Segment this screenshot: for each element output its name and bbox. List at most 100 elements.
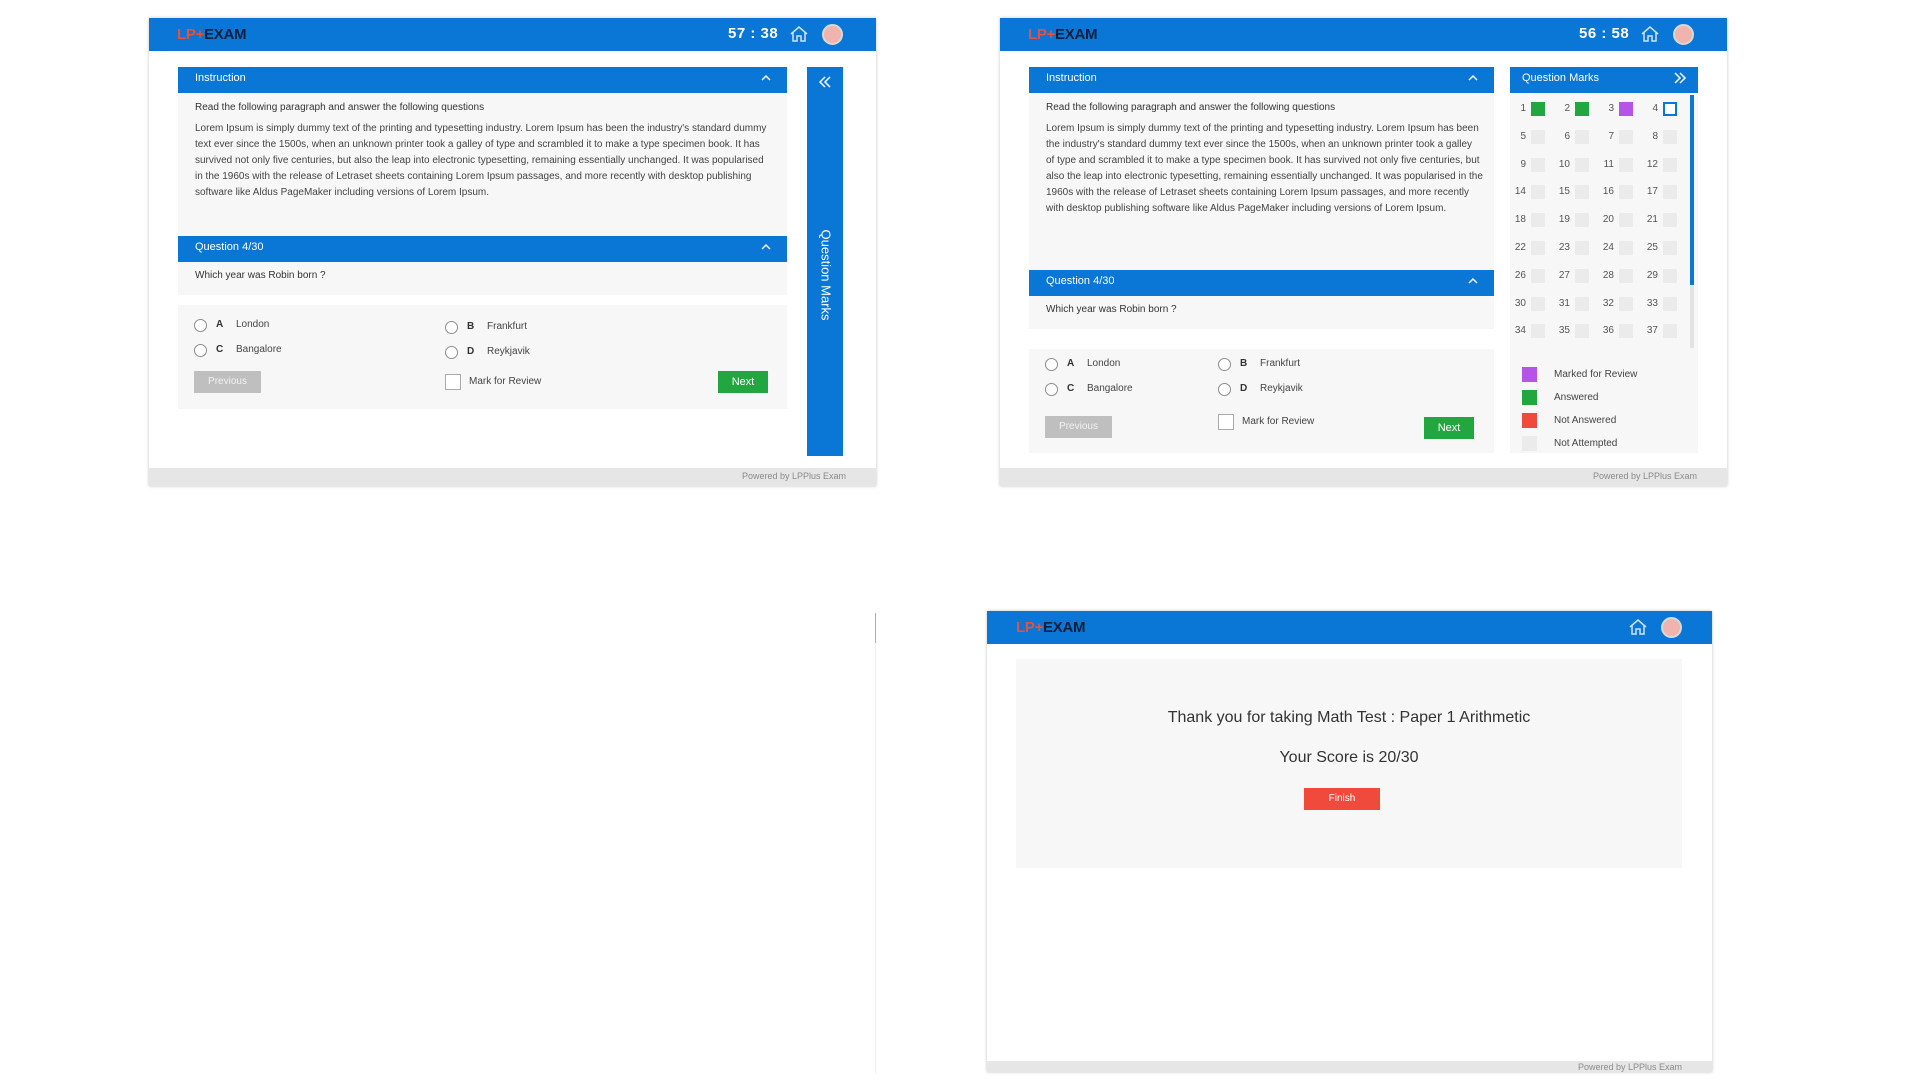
question-mark-item[interactable]: 16 xyxy=(1598,184,1642,202)
option-a[interactable]: A London xyxy=(1045,357,1195,373)
next-button[interactable]: Next xyxy=(718,371,768,393)
home-icon[interactable] xyxy=(1628,618,1648,636)
question-status-box[interactable] xyxy=(1663,213,1677,228)
question-status-box[interactable] xyxy=(1575,296,1589,311)
question-status-box[interactable] xyxy=(1575,213,1589,228)
option-c[interactable]: C Bangalore xyxy=(194,343,344,359)
question-status-box[interactable] xyxy=(1619,185,1633,200)
question-mark-item[interactable]: 8 xyxy=(1642,129,1686,147)
question-status-box[interactable] xyxy=(1619,157,1633,172)
question-status-box[interactable] xyxy=(1663,268,1677,283)
question-mark-item[interactable]: 33 xyxy=(1642,296,1686,314)
app-logo[interactable]: LP+EXAM xyxy=(177,26,246,43)
question-status-box[interactable] xyxy=(1575,129,1589,144)
instruction-header[interactable]: Instruction xyxy=(1029,67,1494,93)
question-mark-item[interactable]: 1 xyxy=(1510,101,1554,119)
question-mark-item[interactable]: 18 xyxy=(1510,212,1554,230)
avatar[interactable] xyxy=(1661,617,1682,638)
question-marks-rail[interactable]: Question Marks xyxy=(807,67,843,456)
previous-button[interactable]: Previous xyxy=(1045,416,1112,438)
question-status-box[interactable] xyxy=(1619,268,1633,283)
question-status-box[interactable] xyxy=(1531,129,1545,144)
option-a[interactable]: A London xyxy=(194,318,344,334)
question-status-box[interactable] xyxy=(1619,324,1633,339)
radio-button[interactable] xyxy=(1045,383,1058,396)
app-logo[interactable]: LP+EXAM xyxy=(1016,619,1085,636)
question-status-box[interactable] xyxy=(1575,185,1589,200)
home-icon[interactable] xyxy=(789,25,809,43)
question-status-box[interactable] xyxy=(1531,102,1545,116)
question-status-box[interactable] xyxy=(1663,102,1677,116)
question-mark-item[interactable]: 24 xyxy=(1598,240,1642,258)
question-mark-item[interactable]: 34 xyxy=(1510,323,1554,341)
option-c[interactable]: C Bangalore xyxy=(1045,382,1195,398)
double-chevron-left-icon[interactable] xyxy=(817,75,833,89)
question-mark-item[interactable]: 27 xyxy=(1554,268,1598,286)
mark-for-review-checkbox[interactable] xyxy=(445,374,461,390)
home-icon[interactable] xyxy=(1640,25,1660,43)
question-mark-item[interactable]: 12 xyxy=(1642,157,1686,175)
option-d[interactable]: D Reykjavik xyxy=(445,345,595,361)
question-marks-header[interactable]: Question Marks xyxy=(1510,67,1698,93)
question-header[interactable]: Question 4/30 xyxy=(178,236,787,262)
question-mark-item[interactable]: 3 xyxy=(1598,101,1642,119)
question-mark-item[interactable]: 10 xyxy=(1554,157,1598,175)
radio-button[interactable] xyxy=(1218,358,1231,371)
previous-button[interactable]: Previous xyxy=(194,371,261,393)
radio-button[interactable] xyxy=(194,319,207,332)
question-status-box[interactable] xyxy=(1575,102,1589,116)
question-mark-item[interactable]: 4 xyxy=(1642,101,1686,119)
question-status-box[interactable] xyxy=(1663,324,1677,339)
question-status-box[interactable] xyxy=(1663,185,1677,200)
radio-button[interactable] xyxy=(445,346,458,359)
option-b[interactable]: B Frankfurt xyxy=(1218,357,1368,373)
question-mark-item[interactable]: 19 xyxy=(1554,212,1598,230)
question-status-box[interactable] xyxy=(1619,102,1633,116)
question-mark-item[interactable]: 6 xyxy=(1554,129,1598,147)
question-mark-item[interactable]: 36 xyxy=(1598,323,1642,341)
question-mark-item[interactable]: 35 xyxy=(1554,323,1598,341)
avatar[interactable] xyxy=(822,24,843,45)
question-status-box[interactable] xyxy=(1531,213,1545,228)
question-status-box[interactable] xyxy=(1663,129,1677,144)
question-status-box[interactable] xyxy=(1619,213,1633,228)
chevron-up-icon[interactable] xyxy=(759,71,773,85)
question-mark-item[interactable]: 37 xyxy=(1642,323,1686,341)
next-button[interactable]: Next xyxy=(1424,417,1474,439)
question-mark-item[interactable]: 25 xyxy=(1642,240,1686,258)
question-status-box[interactable] xyxy=(1575,324,1589,339)
scrollbar-thumb[interactable] xyxy=(1690,95,1694,285)
question-status-box[interactable] xyxy=(1619,129,1633,144)
question-mark-item[interactable]: 21 xyxy=(1642,212,1686,230)
question-status-box[interactable] xyxy=(1531,241,1545,255)
radio-button[interactable] xyxy=(1045,358,1058,371)
question-status-box[interactable] xyxy=(1531,268,1545,283)
radio-button[interactable] xyxy=(445,321,458,334)
question-mark-item[interactable]: 14 xyxy=(1510,184,1554,202)
finish-button[interactable]: Finish xyxy=(1304,788,1380,810)
question-header[interactable]: Question 4/30 xyxy=(1029,270,1494,296)
question-mark-item[interactable]: 32 xyxy=(1598,296,1642,314)
chevron-up-icon[interactable] xyxy=(1466,71,1480,85)
question-mark-item[interactable]: 31 xyxy=(1554,296,1598,314)
option-d[interactable]: D Reykjavik xyxy=(1218,382,1368,398)
question-mark-item[interactable]: 7 xyxy=(1598,129,1642,147)
question-mark-item[interactable]: 9 xyxy=(1510,157,1554,175)
question-status-box[interactable] xyxy=(1531,296,1545,311)
scrollbar[interactable] xyxy=(1690,95,1694,348)
question-status-box[interactable] xyxy=(1575,268,1589,283)
chevron-up-icon[interactable] xyxy=(759,240,773,254)
question-mark-item[interactable]: 22 xyxy=(1510,240,1554,258)
question-status-box[interactable] xyxy=(1531,324,1545,339)
question-status-box[interactable] xyxy=(1531,157,1545,172)
question-mark-item[interactable]: 23 xyxy=(1554,240,1598,258)
question-status-box[interactable] xyxy=(1663,157,1677,172)
question-status-box[interactable] xyxy=(1663,296,1677,311)
question-mark-item[interactable]: 5 xyxy=(1510,129,1554,147)
chevron-up-icon[interactable] xyxy=(1466,274,1480,288)
question-mark-item[interactable]: 17 xyxy=(1642,184,1686,202)
question-mark-item[interactable]: 30 xyxy=(1510,296,1554,314)
question-mark-item[interactable]: 2 xyxy=(1554,101,1598,119)
instruction-header[interactable]: Instruction xyxy=(178,67,787,93)
question-mark-item[interactable]: 11 xyxy=(1598,157,1642,175)
